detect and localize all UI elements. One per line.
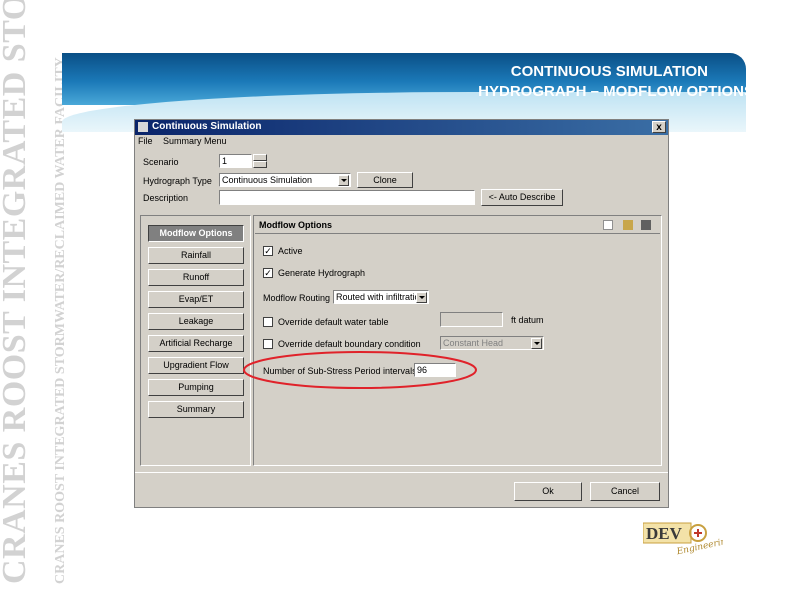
logo-mark: DEV Engineering — [642, 522, 733, 557]
description-input[interactable] — [219, 190, 475, 205]
new-document-icon[interactable] — [603, 220, 613, 230]
highlight-ellipse — [243, 351, 477, 389]
modflow-routing-label: Modflow Routing — [263, 293, 331, 303]
modflow-routing-value: Routed with infiltratio — [336, 292, 420, 302]
nav-artificial-recharge[interactable]: Artificial Recharge — [148, 335, 244, 352]
hydrograph-type-value: Continuous Simulation — [222, 175, 313, 185]
close-button[interactable]: x — [652, 121, 666, 133]
hydrograph-type-select[interactable]: Continuous Simulation — [219, 173, 351, 187]
chevron-down-icon — [531, 338, 542, 349]
chevron-down-icon — [416, 292, 427, 303]
watermark-sub: CRANES ROOST INTEGRATED STORMWATER/RECLA… — [53, 57, 68, 584]
water-table-input[interactable] — [440, 312, 503, 327]
nav-modflow-options[interactable]: Modflow Options — [148, 225, 244, 242]
logo-letters: DEV — [646, 524, 683, 543]
menu-file[interactable]: File — [138, 136, 153, 146]
nav-leakage[interactable]: Leakage — [148, 313, 244, 330]
window-titlebar[interactable]: Continuous Simulation x — [135, 120, 668, 135]
continuous-simulation-window: Continuous Simulation x File Summary Men… — [134, 119, 669, 508]
menu-bar: File Summary Menu — [138, 136, 235, 146]
scenario-input[interactable]: 1 — [219, 154, 252, 168]
auto-describe-button[interactable]: <- Auto Describe — [481, 189, 563, 206]
slide-title-line2: HYDROGRAPH – MODFLOW OPTIONS — [478, 83, 754, 100]
app-icon — [138, 122, 148, 132]
options-nav: Modflow Options Rainfall Runoff Evap/ET … — [140, 215, 251, 466]
close-icon: x — [656, 122, 662, 133]
menu-summary[interactable]: Summary Menu — [163, 136, 227, 146]
generate-hydrograph-checkbox[interactable]: ✓ — [263, 268, 273, 278]
override-water-table-label: Override default water table — [278, 317, 389, 327]
scenario-label: Scenario — [143, 157, 179, 167]
chevron-down-icon — [338, 175, 349, 186]
open-folder-icon[interactable] — [623, 220, 633, 230]
scenario-down-button[interactable] — [253, 161, 267, 168]
nav-summary[interactable]: Summary — [148, 401, 244, 418]
panel-header: Modflow Options — [255, 217, 660, 234]
clone-button[interactable]: Clone — [357, 172, 413, 188]
nav-rainfall[interactable]: Rainfall — [148, 247, 244, 264]
hydrograph-type-label: Hydrograph Type — [143, 176, 212, 186]
generate-hydrograph-label: Generate Hydrograph — [278, 268, 366, 278]
modflow-routing-select[interactable]: Routed with infiltratio — [333, 290, 429, 304]
cancel-button[interactable]: Cancel — [590, 482, 660, 501]
active-checkbox[interactable]: ✓ — [263, 246, 273, 256]
override-water-table-checkbox[interactable] — [263, 317, 273, 327]
nav-upgradient-flow[interactable]: Upgradient Flow — [148, 357, 244, 374]
description-label: Description — [143, 193, 189, 203]
save-disk-icon[interactable] — [641, 220, 651, 230]
active-label: Active — [278, 246, 303, 256]
watermark-main: CRANES ROOST INTEGRATED STORMWATER — [0, 0, 33, 584]
modflow-options-panel: Modflow Options ✓ Active ✓ Generate Hydr… — [253, 215, 662, 466]
slide-title-line1: CONTINUOUS SIMULATION — [510, 63, 708, 80]
nav-runoff[interactable]: Runoff — [148, 269, 244, 286]
ok-button[interactable]: Ok — [514, 482, 582, 501]
boundary-condition-value: Constant Head — [443, 338, 504, 348]
ft-datum-label: ft datum — [511, 315, 544, 325]
dialog-footer: Ok Cancel — [135, 472, 668, 508]
nav-pumping[interactable]: Pumping — [148, 379, 244, 396]
scenario-up-button[interactable] — [253, 154, 267, 161]
panel-title: Modflow Options — [259, 220, 332, 230]
dev-logo: DEV Engineering — [642, 521, 733, 561]
nav-evap-et[interactable]: Evap/ET — [148, 291, 244, 308]
window-title: Continuous Simulation — [152, 121, 262, 132]
